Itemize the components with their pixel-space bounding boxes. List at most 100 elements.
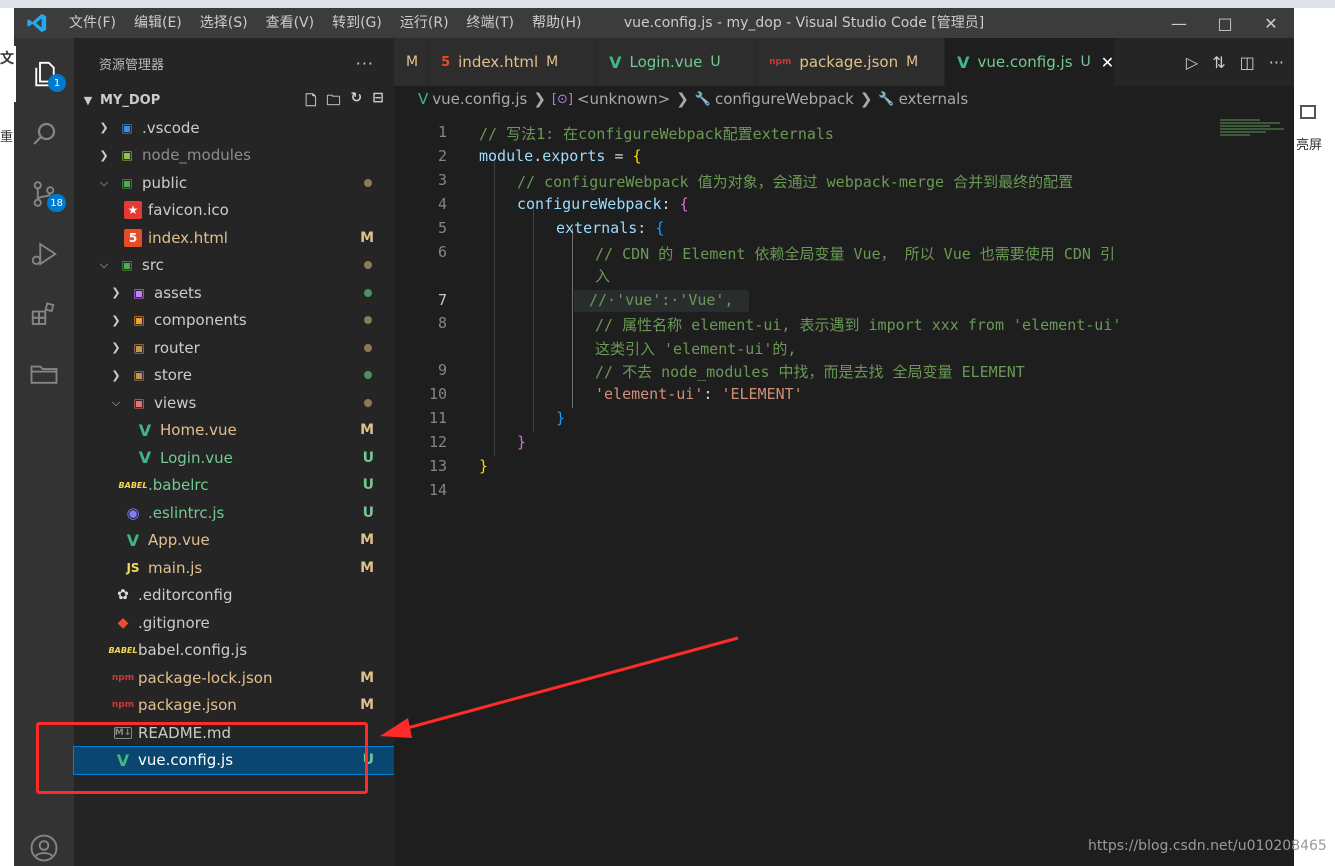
tree-item-label: favicon.ico: [148, 201, 229, 220]
tree-item-main-js[interactable]: JS main.js M: [74, 554, 394, 582]
tree-item-home-vue[interactable]: V Home.vue M: [74, 417, 394, 445]
tree-item-node-modules[interactable]: ❯ ▣ node_modules: [74, 142, 394, 170]
tree-item-index-html[interactable]: 5 index.html M: [74, 224, 394, 252]
tree-item-package-lock[interactable]: npm package-lock.json M: [74, 664, 394, 692]
tree-item-favicon[interactable]: ★ favicon.ico: [74, 197, 394, 225]
tab-status: U: [710, 54, 721, 70]
tab-vue-config[interactable]: V vue.config.js U ✕: [945, 38, 1116, 86]
eslint-file-icon: ◉: [126, 503, 140, 522]
tree-item-label: .babelrc: [148, 476, 209, 495]
tree-item-package-json[interactable]: npm package.json M: [74, 692, 394, 720]
minimize-icon[interactable]: —: [1156, 8, 1202, 38]
breadcrumb-item[interactable]: externals: [899, 90, 969, 108]
search-icon[interactable]: [14, 106, 74, 162]
code-token: configureWebpack: [517, 195, 662, 213]
code-token: =: [605, 147, 633, 165]
indent-guide: [494, 156, 495, 456]
tree-item-login-vue[interactable]: V Login.vue U: [74, 444, 394, 472]
menu-edit[interactable]: 编辑(E): [125, 8, 191, 38]
views-folder-icon: ▣: [133, 395, 145, 410]
close-tab-icon[interactable]: ✕: [1101, 53, 1114, 72]
tree-item-editorconfig[interactable]: ✿ .editorconfig: [74, 582, 394, 610]
tree-item-eslintrc[interactable]: ◉ .eslintrc.js U: [74, 499, 394, 527]
tree-item-store[interactable]: ❯ ▣ store: [74, 362, 394, 390]
tree-item-src[interactable]: ⌵ ▣ src: [74, 252, 394, 280]
chevron-right-icon: ❯: [111, 368, 121, 382]
code-editor[interactable]: 1 2 3 4 5 6 7 8 9 10 11 12 13 14 // 写法1:…: [394, 112, 1294, 866]
tab-label: index.html: [458, 53, 539, 71]
menu-help[interactable]: 帮助(H): [523, 8, 590, 38]
minimap[interactable]: [1220, 118, 1286, 148]
code-token: :: [637, 219, 656, 237]
file-tree: ❯ ▣ .vscode ❯ ▣ node_modules ⌵ ▣ public …: [73, 112, 395, 775]
tree-item-views[interactable]: ⌵ ▣ views: [74, 389, 394, 417]
menu-go[interactable]: 转到(G): [323, 8, 391, 38]
breadcrumb-item[interactable]: vue.config.js: [432, 90, 527, 108]
components-folder-icon: ▣: [133, 313, 145, 328]
tree-item-vscode[interactable]: ❯ ▣ .vscode: [74, 114, 394, 142]
line-number: 11: [428, 409, 447, 427]
source-control-icon[interactable]: 18: [14, 166, 74, 222]
maximize-icon[interactable]: □: [1202, 8, 1248, 38]
tree-item-label: package.json: [138, 696, 237, 715]
more-actions-icon[interactable]: ···: [356, 54, 374, 73]
background-char: 文: [0, 51, 14, 67]
tab-label: package.json: [799, 53, 899, 71]
run-icon[interactable]: ▷: [1186, 53, 1198, 72]
folder-icon[interactable]: [14, 346, 74, 402]
status-dot: [364, 178, 372, 187]
menu-run[interactable]: 运行(R): [391, 8, 458, 38]
src-folder-icon: ▣: [121, 258, 133, 273]
tree-item-label: App.vue: [148, 531, 210, 550]
tab-login-vue[interactable]: V Login.vue U: [597, 38, 758, 86]
breadcrumb-item[interactable]: configureWebpack: [715, 90, 854, 108]
menu-view[interactable]: 查看(V): [257, 8, 324, 38]
chevron-right-icon: ❯: [533, 90, 546, 108]
root-folder[interactable]: ▼ MY_DOP 🗋 🗀 ↻ ⊟: [74, 88, 394, 112]
status-badge: U: [362, 477, 374, 494]
tab-index-html[interactable]: 5 index.html M: [429, 38, 598, 86]
line-number: 9: [437, 361, 447, 379]
tab-status: U: [1080, 54, 1091, 70]
title-bar: 文件(F) 编辑(E) 选择(S) 查看(V) 转到(G) 运行(R) 终端(T…: [14, 8, 1294, 38]
tree-item-babel-config[interactable]: BABEL babel.config.js: [74, 637, 394, 665]
collapse-all-icon[interactable]: ⊟: [372, 90, 384, 114]
new-folder-icon[interactable]: 🗀: [327, 90, 341, 114]
tree-item-babelrc[interactable]: BABEL .babelrc U: [74, 472, 394, 500]
extensions-icon[interactable]: [14, 286, 74, 342]
tab-package-json[interactable]: npm package.json M: [757, 38, 946, 86]
chevron-right-icon: ❯: [111, 341, 121, 355]
editor-actions: ▷ ⇅ ◫ ···: [1185, 38, 1294, 86]
vue-file-icon: V: [138, 448, 152, 468]
background-browser-strip: [0, 0, 1335, 8]
menu-selection[interactable]: 选择(S): [191, 8, 257, 38]
compare-icon[interactable]: ⇅: [1212, 53, 1225, 72]
vue-file-icon: V: [957, 52, 970, 72]
tree-item-router[interactable]: ❯ ▣ router: [74, 334, 394, 362]
tree-item-gitignore[interactable]: ◆ .gitignore: [74, 609, 394, 637]
tree-item-label: .editorconfig: [138, 586, 233, 605]
tree-item-components[interactable]: ❯ ▣ components: [74, 307, 394, 335]
tree-item-label: store: [154, 366, 192, 385]
tree-item-public[interactable]: ⌵ ▣ public: [74, 169, 394, 197]
indent-guide: [533, 204, 534, 432]
breadcrumb-item[interactable]: <unknown>: [577, 90, 670, 108]
tree-item-label: index.html: [148, 228, 228, 247]
more-icon[interactable]: ···: [1269, 53, 1284, 72]
code-line-10: 'element-ui': 'ELEMENT': [595, 385, 803, 403]
tree-item-app-vue[interactable]: V App.vue M: [74, 527, 394, 555]
account-icon[interactable]: [14, 820, 74, 866]
close-window-icon[interactable]: ✕: [1248, 8, 1294, 38]
explorer-icon[interactable]: 1: [14, 46, 74, 102]
store-folder-icon: ▣: [133, 368, 145, 383]
run-debug-icon[interactable]: [14, 226, 74, 282]
menu-terminal[interactable]: 终端(T): [458, 8, 523, 38]
tree-item-label: views: [154, 393, 197, 412]
split-editor-icon[interactable]: ◫: [1240, 53, 1255, 72]
tree-item-label: .gitignore: [138, 613, 210, 632]
new-file-icon[interactable]: 🗋: [305, 90, 316, 114]
tree-item-assets[interactable]: ❯ ▣ assets: [74, 279, 394, 307]
refresh-icon[interactable]: ↻: [351, 90, 363, 114]
menu-file[interactable]: 文件(F): [60, 8, 125, 38]
tab-overflow[interactable]: M: [394, 38, 430, 86]
